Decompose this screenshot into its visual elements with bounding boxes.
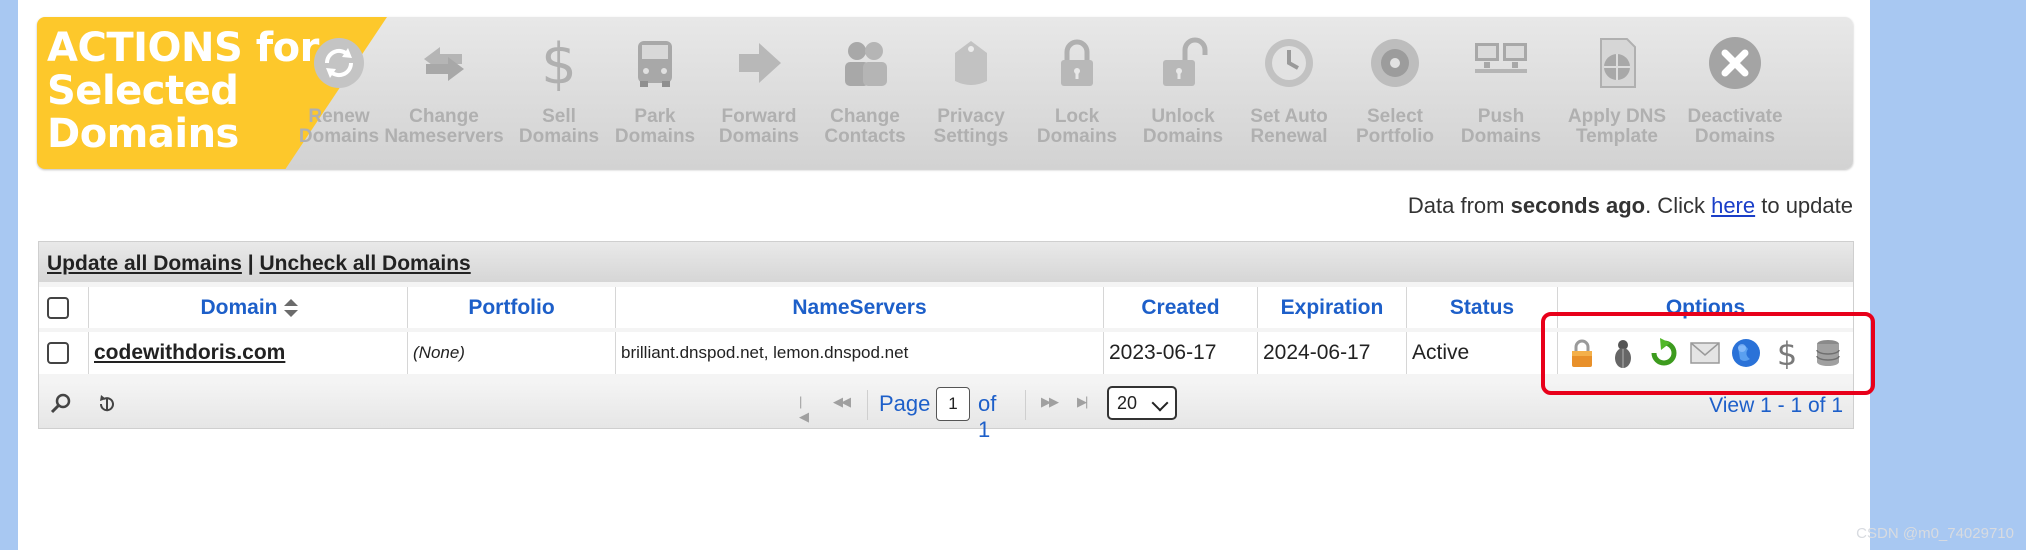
- refresh-icon[interactable]: [95, 392, 119, 416]
- column-header-nameservers[interactable]: NameServers: [616, 287, 1104, 328]
- action-change-nameservers[interactable]: Change Nameservers: [375, 17, 513, 169]
- action-park-domains[interactable]: Park Domains: [605, 17, 705, 169]
- options-highlight-box: [1541, 312, 1875, 395]
- last-page-icon[interactable]: ▶|: [1077, 394, 1088, 410]
- svg-text:$: $: [541, 35, 577, 91]
- row-checkbox[interactable]: [47, 342, 69, 364]
- update-here-link[interactable]: here: [1711, 193, 1755, 218]
- chevron-down-icon: [1151, 394, 1169, 412]
- action-set-auto-renewal[interactable]: Set Auto Renewal: [1237, 17, 1341, 169]
- nameservers-value: brilliant.dnspod.net, lemon.dnspod.net: [616, 332, 1104, 374]
- grid-toolbar: Update all Domains | Uncheck all Domains: [39, 242, 1853, 282]
- change-nameservers-icon: [424, 47, 464, 81]
- update-all-domains-link[interactable]: Update all Domains: [47, 252, 242, 275]
- deactivate-icon: [1709, 37, 1761, 89]
- contacts-icon: [845, 42, 887, 86]
- action-change-contacts[interactable]: Change Contacts: [813, 17, 917, 169]
- status-value: Active: [1407, 332, 1558, 374]
- search-icon[interactable]: [49, 392, 73, 416]
- watermark: CSDN @m0_74029710: [1856, 525, 2014, 542]
- domain-name-link[interactable]: codewithdoris.com: [89, 332, 408, 374]
- action-sell-domains[interactable]: $ Sell Domains: [514, 17, 604, 169]
- data-freshness-notice: Data from seconds ago. Click here to upd…: [1407, 193, 1853, 218]
- action-forward-domains[interactable]: Forward Domains: [707, 17, 811, 169]
- left-background-strip: [0, 0, 18, 550]
- action-lock-domains[interactable]: Lock Domains: [1025, 17, 1129, 169]
- select-all-checkbox[interactable]: [47, 296, 69, 319]
- action-select-portfolio[interactable]: Select Portfolio: [1343, 17, 1447, 169]
- dns-template-icon: [1600, 38, 1636, 88]
- unlock-icon: [1163, 37, 1208, 86]
- previous-page-icon[interactable]: ◀◀: [833, 394, 851, 410]
- right-background-strip: [1870, 0, 2026, 550]
- action-apply-dns-template[interactable]: Apply DNS Template: [1555, 17, 1679, 169]
- action-privacy-settings[interactable]: Privacy Settings: [919, 17, 1023, 169]
- forward-icon: [739, 43, 781, 83]
- created-date: 2023-06-17: [1104, 332, 1258, 374]
- column-header-status[interactable]: Status: [1407, 287, 1558, 328]
- expiration-date: 2024-06-17: [1258, 332, 1407, 374]
- column-header-created[interactable]: Created: [1104, 287, 1258, 328]
- sort-icon: [283, 298, 298, 317]
- data-age: seconds ago: [1510, 193, 1646, 218]
- portfolio-value: (None): [408, 332, 616, 374]
- first-page-icon[interactable]: |◀: [799, 394, 809, 425]
- records-info: View 1 - 1 of 1: [1709, 394, 1843, 417]
- rows-per-page-select[interactable]: 20: [1107, 386, 1177, 420]
- action-deactivate-domains[interactable]: Deactivate Domains: [1679, 17, 1791, 169]
- park-icon: [638, 41, 672, 87]
- action-push-domains[interactable]: Push Domains: [1449, 17, 1553, 169]
- push-icon: [1475, 43, 1527, 73]
- column-header-expiration[interactable]: Expiration: [1258, 287, 1407, 328]
- uncheck-all-domains-link[interactable]: Uncheck all Domains: [259, 252, 470, 275]
- dollar-icon: $: [541, 35, 577, 91]
- column-header-domain[interactable]: Domain: [89, 287, 408, 328]
- page-label: Page: [879, 391, 931, 416]
- auto-renewal-icon: [1265, 39, 1313, 87]
- actions-toolbar: ACTIONS for Selected Domains Renew Domain…: [37, 17, 1853, 169]
- column-header-portfolio[interactable]: Portfolio: [408, 287, 616, 328]
- page-number-input[interactable]: 1: [936, 387, 970, 421]
- action-unlock-domains[interactable]: Unlock Domains: [1131, 17, 1235, 169]
- renew-icon: [314, 38, 364, 88]
- lock-icon: [1061, 39, 1093, 86]
- page-count: of 1: [978, 391, 997, 442]
- portfolio-icon: [1371, 39, 1419, 87]
- next-page-icon[interactable]: ▶▶: [1041, 394, 1059, 410]
- privacy-icon: [955, 41, 987, 85]
